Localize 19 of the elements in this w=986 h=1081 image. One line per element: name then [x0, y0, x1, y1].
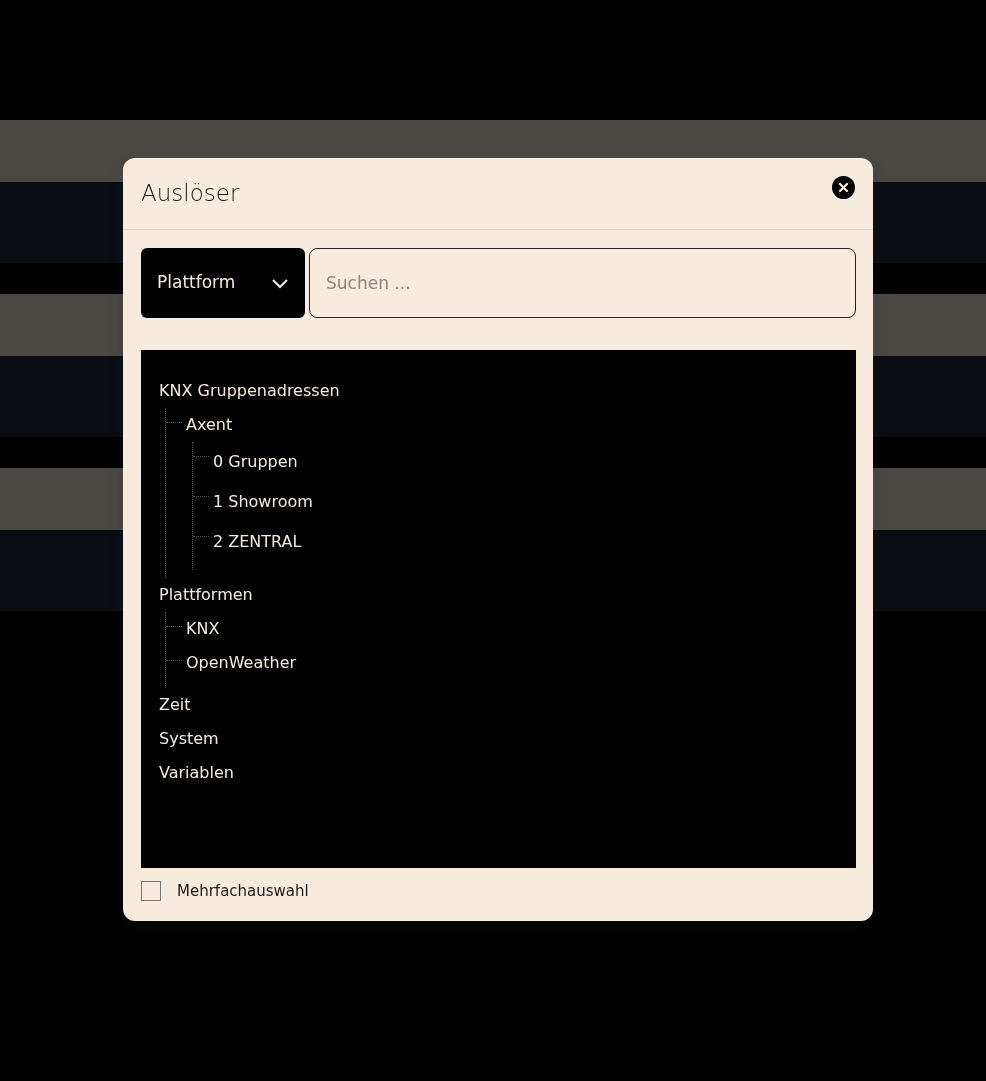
tree-item[interactable]: KNX — [186, 612, 220, 646]
search-field[interactable]: Suchen ... — [309, 248, 856, 318]
chevron-down-icon — [271, 277, 289, 289]
close-icon — [832, 176, 855, 199]
checkbox-label: Mehrfachauswahl — [177, 881, 309, 902]
tree-item[interactable]: 1 Showroom — [213, 482, 313, 522]
tree-item[interactable]: Zeit — [159, 688, 191, 722]
tree-item[interactable]: KNX Gruppenadressen — [159, 374, 340, 408]
tree-item[interactable]: Variablen — [159, 756, 234, 790]
tree-item[interactable]: Axent — [186, 408, 233, 442]
tree-item[interactable]: 0 Gruppen — [213, 442, 298, 482]
tree-item[interactable]: Plattformen — [159, 578, 253, 612]
platform-dropdown[interactable]: Plattform — [141, 248, 305, 318]
checkbox[interactable] — [141, 881, 161, 902]
tree-item[interactable]: OpenWeather — [186, 646, 297, 680]
tree-item[interactable]: 2 ZENTRAL — [213, 522, 302, 562]
tree-item[interactable]: System — [159, 722, 219, 756]
close-button[interactable] — [832, 175, 855, 198]
dialog-title: Auslöser — [141, 179, 240, 209]
